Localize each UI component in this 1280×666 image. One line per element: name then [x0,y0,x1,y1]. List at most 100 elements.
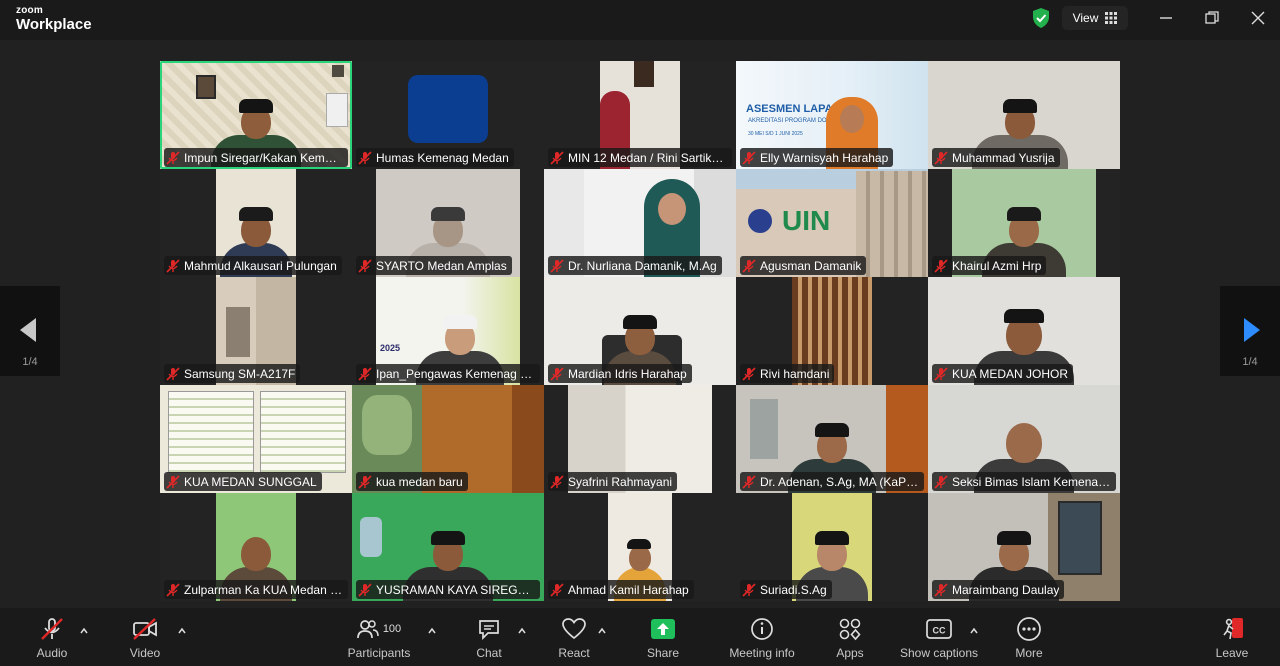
muted-mic-icon [550,150,564,165]
participant-name-tag: Ahmad Kamil Harahap [548,580,694,599]
video-tile[interactable]: Zulparman Ka KUA Medan L... [160,493,352,601]
participant-name-tag: SYARTO Medan Amplas [356,256,512,275]
video-tile[interactable]: Dr. Adenan, S.Ag, MA (KaPro... [736,385,928,493]
video-tile[interactable]: KUA MEDAN SUNGGAL [160,385,352,493]
app-logo: zoom Workplace [16,6,92,33]
heart-icon [562,618,586,640]
title-bar: zoom Workplace View [0,0,1280,40]
participant-name-tag: Rivi hamdani [740,364,835,383]
muted-mic-icon [41,618,63,640]
more-button[interactable]: More [1009,616,1049,664]
video-tile[interactable]: KUA MEDAN JOHOR [928,277,1120,385]
video-tile[interactable]: Ahmad Kamil Harahap [544,493,736,601]
participant-name: Dr. Adenan, S.Ag, MA (KaPro... [760,474,919,489]
share-button[interactable]: Share [641,616,685,664]
video-tile[interactable]: Muhammad Yusrija [928,61,1120,169]
react-label: React [558,646,590,660]
encryption-shield-icon[interactable] [1030,7,1052,29]
muted-mic-icon [358,258,372,273]
more-icon [1017,617,1041,641]
video-tile[interactable]: Khairul Azmi Hrp [928,169,1120,277]
more-label: More [1015,646,1043,660]
video-off-icon [133,618,157,640]
chevron-left-icon [20,318,36,342]
meeting-info-label: Meeting info [729,646,795,660]
video-tile[interactable]: Dr. Nurliana Damanik, M.Ag [544,169,736,277]
video-tile[interactable]: Samsung SM-A217F [160,277,352,385]
meeting-info-button[interactable]: Meeting info [722,616,802,664]
muted-mic-icon [742,474,756,489]
muted-mic-icon [550,474,564,489]
restore-button[interactable] [1202,8,1222,28]
captions-options-chevron-icon[interactable] [969,626,979,636]
participant-name-tag: Zulparman Ka KUA Medan L... [164,580,348,599]
video-tile[interactable]: Impun Siregar/Kakan Kemenag ... [160,61,352,169]
next-page-button[interactable]: 1/4 [1220,286,1280,376]
muted-mic-icon [934,582,948,597]
muted-mic-icon [742,258,756,273]
audio-button[interactable]: Audio [28,616,76,664]
close-button[interactable] [1248,8,1268,28]
react-button[interactable]: React [551,616,597,664]
audio-options-chevron-icon[interactable] [79,626,89,636]
share-label: Share [646,646,680,660]
participant-name: Suriadi.S.Ag [760,582,827,597]
participant-name-tag: Agusman Damanik [740,256,867,275]
participant-name-tag: Mahmud Alkausari Pulungan [164,256,342,275]
participant-name-tag: Dr. Nurliana Damanik, M.Ag [548,256,722,275]
participant-name: MIN 12 Medan / Rini Sartika... [568,150,727,165]
video-tile[interactable]: MIN 12 Medan / Rini Sartika... [544,61,736,169]
chevron-right-icon [1244,318,1260,342]
muted-mic-icon [742,582,756,597]
share-screen-icon [651,619,675,639]
video-tile[interactable]: SYARTO Medan Amplas [352,169,544,277]
muted-mic-icon [742,150,756,165]
participant-name: Zulparman Ka KUA Medan L... [184,582,343,597]
chat-button[interactable]: Chat [468,616,510,664]
participant-name: Elly Warnisyah Harahap [760,150,889,165]
participant-name: Mahmud Alkausari Pulungan [184,258,337,273]
show-captions-button[interactable]: CC Show captions [896,616,982,664]
chat-options-chevron-icon[interactable] [517,626,527,636]
video-tile[interactable]: 2025 Ipan_Pengawas Kemenag M... [352,277,544,385]
video-tile[interactable]: Maraimbang Daulay [928,493,1120,601]
participants-count: 100 [382,623,402,635]
apps-icon [839,618,861,641]
view-button[interactable]: View [1062,6,1128,30]
chat-label: Chat [476,646,502,660]
video-tile[interactable]: Rivi hamdani [736,277,928,385]
muted-mic-icon [166,150,180,165]
video-tile[interactable]: Suriadi.S.Ag [736,493,928,601]
background-slide-year: 2025 [380,343,401,353]
video-tile[interactable]: Humas Kemenag Medan [352,61,544,169]
video-tile[interactable]: kua medan baru [352,385,544,493]
participant-name: Seksi Bimas Islam Kemenag ... [952,474,1111,489]
video-tile[interactable]: Mahmud Alkausari Pulungan [160,169,352,277]
video-tile[interactable]: UIN Agusman Damanik [736,169,928,277]
participant-name: YUSRAMAN KAYA SIREGAR_... [376,582,535,597]
participants-options-chevron-icon[interactable] [427,626,437,636]
leave-button[interactable]: Leave [1212,616,1252,664]
page-indicator-left: 1/4 [22,356,38,368]
react-options-chevron-icon[interactable] [597,626,607,636]
video-options-chevron-icon[interactable] [177,626,187,636]
participant-name-tag: MIN 12 Medan / Rini Sartika... [548,148,732,167]
previous-page-button[interactable]: 1/4 [0,286,60,376]
participant-name-tag: Dr. Adenan, S.Ag, MA (KaPro... [740,472,924,491]
video-tile[interactable]: Mardian Idris Harahap [544,277,736,385]
minimize-button[interactable] [1156,8,1176,28]
participant-name: Ipan_Pengawas Kemenag M... [376,366,535,381]
video-tile[interactable]: ASESMEN LAPANGAN AKREDITASI PROGRAM DOKT… [736,61,928,169]
apps-button[interactable]: Apps [830,616,870,664]
video-tile[interactable]: Syafrini Rahmayani [544,385,736,493]
muted-mic-icon [166,258,180,273]
video-tile[interactable]: Seksi Bimas Islam Kemenag ... [928,385,1120,493]
video-button[interactable]: Video [121,616,169,664]
video-tile[interactable]: YUSRAMAN KAYA SIREGAR_... [352,493,544,601]
apps-label: Apps [836,646,864,660]
participants-button[interactable]: 100 Participants [345,616,413,664]
participant-name-tag: Seksi Bimas Islam Kemenag ... [932,472,1116,491]
participant-name-tag: kua medan baru [356,472,468,491]
grid-view-icon [1105,12,1118,24]
participant-name-tag: Khairul Azmi Hrp [932,256,1047,275]
